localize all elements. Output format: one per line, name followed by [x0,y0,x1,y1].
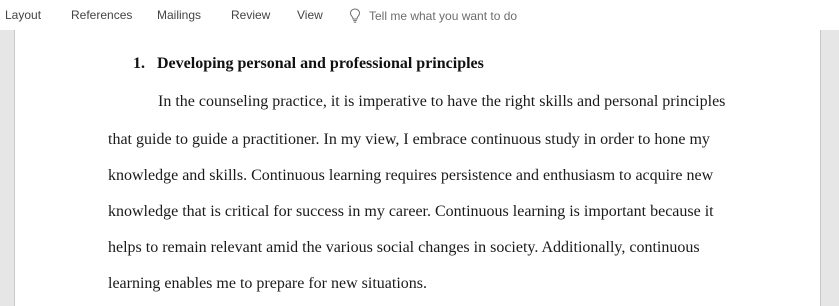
heading-number: 1. [133,55,145,72]
tab-mailings[interactable]: Mailings [157,8,201,22]
paragraph-line: In the counseling practice, it is impera… [158,93,726,110]
tab-layout[interactable]: Layout [5,8,41,22]
tab-view[interactable]: View [297,8,323,22]
lightbulb-icon [349,8,361,23]
document-page[interactable]: 1. Developing personal and professional p… [14,30,821,306]
heading-text: Developing personal and professional pri… [157,55,484,72]
paragraph-line: knowledge that is critical for success i… [108,203,714,220]
paragraph-line: knowledge and skills. Continuous learnin… [108,167,714,184]
paragraph-line: that guide to guide a practitioner. In m… [108,131,710,148]
word-window: Layout References Mailings Review View T… [0,0,839,306]
section-heading: 1. Developing personal and professional p… [133,55,484,73]
tell-me-search[interactable]: Tell me what you want to do [349,8,517,23]
paragraph-line: helps to remain relevant amid the variou… [108,239,700,256]
tell-me-placeholder: Tell me what you want to do [369,8,518,23]
ribbon-tab-bar: Layout References Mailings Review View T… [0,0,839,30]
paragraph-line: learning enables me to prepare for new s… [108,275,427,292]
tab-references[interactable]: References [71,8,132,22]
tab-review[interactable]: Review [231,8,270,22]
